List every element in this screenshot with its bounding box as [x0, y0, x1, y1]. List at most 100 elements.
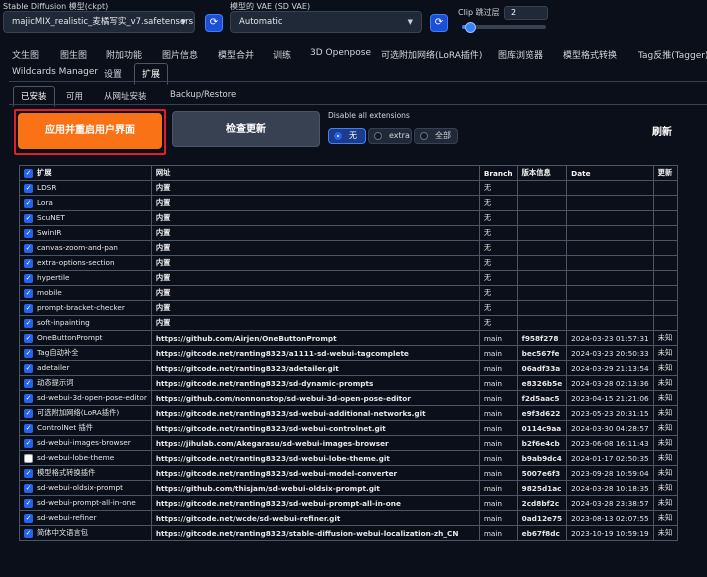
extension-name-cell-text: mobile [37, 288, 62, 298]
tab-image-browser[interactable]: 图库浏览器 [498, 48, 543, 61]
extension-checkbox[interactable]: ✓ [24, 408, 33, 418]
extension-checkbox[interactable]: ✓ [24, 468, 33, 478]
extension-date-cell: 2024-03-28 23:38:57 [566, 495, 654, 511]
extension-branch-cell-text: main [483, 333, 503, 343]
extension-date-cell: 2024-03-23 01:57:31 [566, 330, 654, 346]
extension-checkbox[interactable]: ✓ [24, 348, 33, 358]
extension-version-cell: e9f3d622 [516, 405, 568, 421]
extension-branch-cell-text: main [483, 423, 503, 433]
tab-txt2img[interactable]: 文生图 [12, 48, 39, 61]
extensions-table: ✓ 扩展 网址 Branch 版本信息 Date 更新 ✓ LDSR 内置无 ✓ Lora… [19, 165, 678, 541]
extension-checkbox[interactable]: ✓ [24, 498, 33, 508]
extension-branch-cell: 无 [478, 300, 518, 316]
tab-openpose[interactable]: 3D Openpose [310, 48, 371, 58]
extension-url-cell-text: https://gitcode.net/ranting8323/sd-webui… [155, 423, 386, 433]
clip-number-input[interactable]: 2 [504, 6, 548, 20]
extension-name-cell-text: hypertile [37, 273, 70, 283]
apply-restart-button[interactable]: 应用并重启用户界面 [18, 113, 162, 149]
ckpt-refresh-button[interactable]: ⟳ [205, 14, 223, 32]
extension-checkbox[interactable]: ✓ [24, 333, 33, 343]
table-row: ✓ sd-webui-oldsix-prompt https://github.co… [19, 480, 678, 496]
extension-update-cell-text: 未知 [657, 483, 673, 492]
extension-checkbox[interactable]: ✓ [24, 528, 33, 538]
extension-date-cell [566, 240, 654, 256]
extension-branch-cell: 无 [478, 240, 518, 256]
extension-branch-cell-text: main [483, 498, 503, 508]
extension-update-cell-text: 未知 [657, 378, 673, 387]
subtab-available[interactable]: 可用 [66, 90, 83, 102]
extension-url-cell: 内置 [150, 210, 480, 226]
clip-label: Clip 跳过层 [458, 8, 500, 17]
tab-wildcards[interactable]: Wildcards Manager [12, 67, 98, 77]
table-row: ✓ extra-options-section 内置 无 [19, 255, 678, 271]
extension-update-cell-text: 未知 [657, 468, 673, 477]
tab-additional-networks[interactable]: 可选附加网络(LoRA插件) [381, 48, 482, 61]
subtab-install-from-url[interactable]: 从网址安装 [104, 90, 147, 102]
extension-checkbox[interactable]: ✓ [24, 213, 33, 223]
extension-checkbox[interactable]: ✓ [24, 363, 33, 373]
extension-date-cell [566, 285, 654, 301]
table-row: ✓ Lora 内置 无 [19, 195, 678, 211]
extension-version-cell: 0ad12e75 [516, 510, 568, 526]
extension-checkbox[interactable]: ✓ [24, 243, 33, 253]
check-updates-button[interactable]: 检查更新 [172, 111, 320, 147]
tab-tagger[interactable]: Tag反推(Tagger) [638, 48, 707, 61]
extension-update-cell: 未知 [652, 360, 678, 376]
extension-checkbox[interactable]: ✓ [24, 513, 33, 523]
extension-checkbox[interactable]: ✓ [24, 423, 33, 433]
extension-checkbox[interactable]: ✓ [24, 303, 33, 313]
tab-merge[interactable]: 模型合并 [218, 48, 254, 61]
vae-dropdown[interactable]: Automatic ▼ [230, 11, 422, 33]
vae-refresh-button[interactable]: ⟳ [430, 14, 448, 32]
extension-name-cell-text: adetailer [37, 363, 70, 373]
table-header-row: ✓ 扩展 网址 Branch 版本信息 Date 更新 [19, 165, 678, 181]
extension-branch-cell: 无 [478, 210, 518, 226]
extension-checkbox[interactable]: ✓ [24, 438, 33, 448]
extension-url-cell-text: 内置 [155, 303, 171, 312]
radio-extra[interactable]: extra [368, 128, 412, 144]
clip-slider[interactable] [462, 22, 546, 33]
extension-date-cell-text: 2023-06-08 16:11:43 [571, 438, 649, 448]
extension-version-cell-text: bec567fe [521, 348, 560, 358]
extension-date-cell-text: 2023-04-15 21:21:06 [571, 393, 649, 403]
extension-update-cell: 未知 [652, 465, 678, 481]
refresh-button[interactable]: 刷新 [652, 123, 672, 138]
extension-version-cell [516, 285, 568, 301]
extension-update-cell: 未知 [652, 510, 678, 526]
extension-date-cell: 2023-06-08 16:11:43 [566, 435, 654, 451]
tab-train[interactable]: 训练 [273, 48, 291, 61]
tab-settings[interactable]: 设置 [104, 67, 122, 80]
extension-checkbox[interactable]: ✓ [24, 273, 33, 283]
extension-checkbox[interactable]: ✓ [24, 318, 33, 328]
extension-update-cell [652, 255, 678, 271]
extension-branch-cell-text: main [483, 468, 503, 478]
extension-checkbox[interactable]: ✓ [24, 378, 33, 388]
ckpt-dropdown[interactable]: majicMIX_realistic_麦橘写实_v7.safetensors [… [3, 11, 195, 33]
extension-date-cell: 2023-10-19 10:59:19 [566, 525, 654, 541]
radio-none[interactable]: 无 [328, 128, 366, 144]
extension-branch-cell: 无 [478, 285, 518, 301]
extension-checkbox[interactable]: ✓ [24, 258, 33, 268]
radio-all[interactable]: 全部 [414, 128, 458, 144]
extension-version-cell: 06adf33a [516, 360, 568, 376]
extension-url-cell-text: 内置 [155, 243, 171, 252]
subtab-backup-restore[interactable]: Backup/Restore [170, 90, 236, 100]
extension-checkbox[interactable]: ✓ [24, 453, 33, 463]
extension-checkbox[interactable]: ✓ [24, 228, 33, 238]
tab-png-info[interactable]: 图片信息 [162, 48, 198, 61]
extension-date-cell-text: 2024-03-30 04:28:57 [571, 423, 649, 433]
extension-url-cell: https://gitcode.net/ranting8323/sd-dynam… [150, 375, 480, 391]
extension-update-cell: 未知 [652, 345, 678, 361]
extension-checkbox[interactable]: ✓ [24, 183, 33, 193]
select-all-checkbox[interactable]: ✓ [24, 168, 33, 178]
tab-extras[interactable]: 附加功能 [106, 48, 142, 61]
extension-checkbox[interactable]: ✓ [24, 288, 33, 298]
extension-name-cell-text: 可选附加网络(LoRA插件) [37, 408, 120, 417]
extension-checkbox[interactable]: ✓ [24, 393, 33, 403]
clip-slider-thumb[interactable] [464, 22, 476, 33]
tab-model-converter[interactable]: 模型格式转换 [563, 48, 617, 61]
extension-checkbox[interactable]: ✓ [24, 198, 33, 208]
tab-img2img[interactable]: 图生图 [60, 48, 87, 61]
extension-checkbox[interactable]: ✓ [24, 483, 33, 493]
radio-dot-icon [334, 132, 342, 140]
